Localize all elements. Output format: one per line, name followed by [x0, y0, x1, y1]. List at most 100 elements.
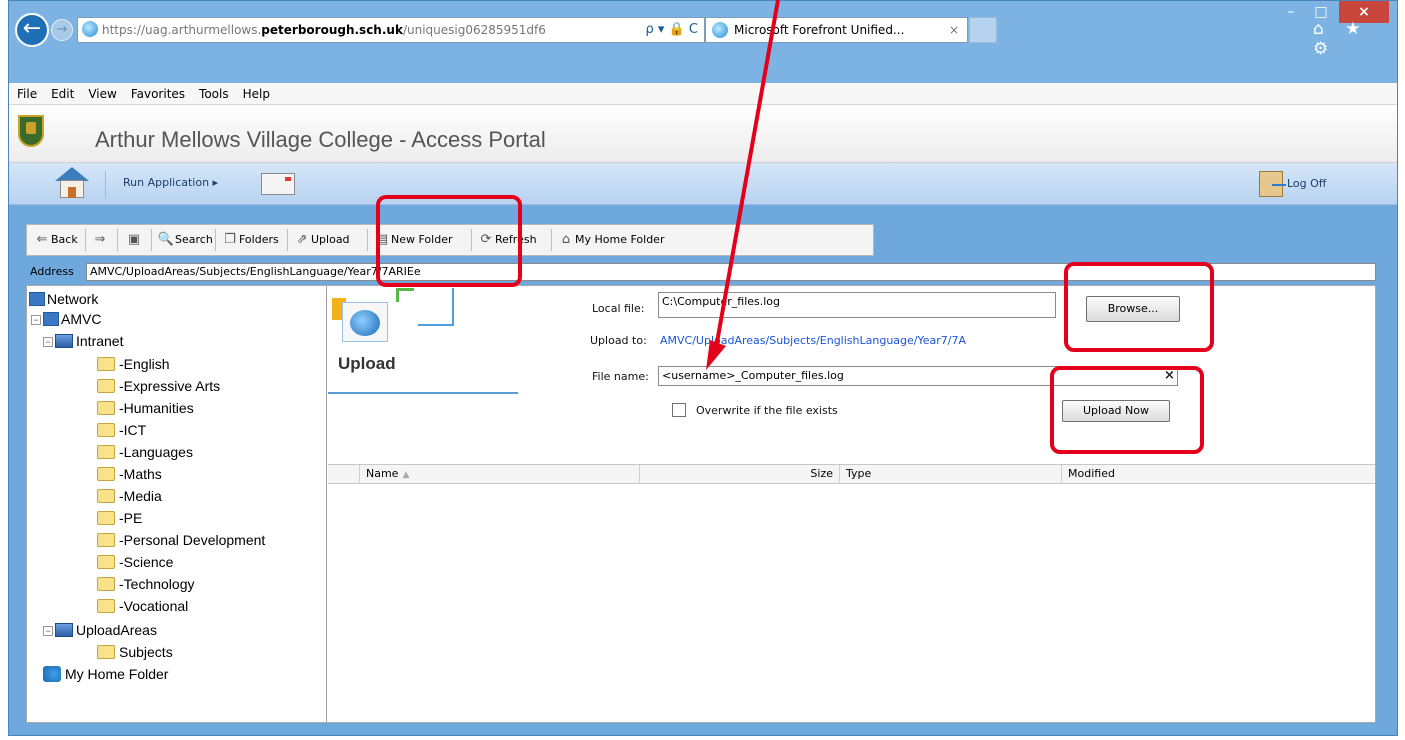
sort-icon: ▲ — [402, 470, 410, 480]
toolbar-separator — [215, 229, 216, 251]
upload-heading: Upload — [338, 354, 396, 373]
folders-button[interactable]: ❐ Folders — [221, 225, 279, 255]
column-name[interactable]: Name ▲ — [360, 465, 640, 483]
portal-title: Arthur Mellows Village College - Access … — [95, 127, 546, 152]
tree-folder[interactable]: -ICT — [97, 419, 146, 441]
local-file-input[interactable]: C:\Computer_files.log — [658, 292, 1056, 318]
tree-folder[interactable]: -Personal Development — [97, 529, 265, 551]
menu-favorites[interactable]: Favorites — [131, 87, 185, 101]
folder-icon — [97, 599, 115, 613]
tree-folder[interactable]: -Humanities — [97, 397, 194, 419]
tree-folder[interactable]: -English — [97, 353, 170, 375]
tree-folder[interactable]: -Expressive Arts — [97, 375, 220, 397]
server-icon — [55, 334, 73, 348]
tree-node-upload-areas[interactable]: − UploadAreas — [43, 619, 157, 641]
back-arrow-icon[interactable]: ← — [15, 13, 49, 47]
up-folder-button[interactable]: ▣ — [125, 225, 143, 255]
folder-icon — [97, 577, 115, 591]
upload-button[interactable]: ⇗ Upload — [293, 225, 350, 255]
menu-bar: File Edit View Favorites Tools Help — [9, 83, 1397, 105]
address-label: Address — [30, 265, 74, 278]
tab-ie-icon — [712, 22, 728, 38]
new-tab-button[interactable] — [969, 17, 997, 43]
folder-tree: Network − AMVC − Intranet -English -Expres… — [27, 286, 327, 722]
tree-folder[interactable]: -PE — [97, 507, 142, 529]
url-host: peterborough.sch.uk — [261, 23, 403, 37]
tree-node-intranet[interactable]: − Intranet — [43, 330, 123, 352]
tree-node-my-home-folder[interactable]: My Home Folder — [43, 663, 168, 685]
annotation-upload-now-highlight — [1050, 366, 1204, 454]
folder-icon — [97, 645, 115, 659]
tree-folder[interactable]: -Media — [97, 485, 162, 507]
upload-panel: Upload Local file: C:\Computer_files.log… — [328, 286, 1375, 464]
url-path: /uniquesig06285951df6 — [402, 23, 546, 37]
network-icon — [43, 312, 59, 326]
column-size[interactable]: Size — [640, 465, 840, 483]
folder-icon — [97, 533, 115, 547]
appbar-separator — [105, 171, 106, 197]
menu-file[interactable]: File — [17, 87, 37, 101]
folder-icon — [97, 357, 115, 371]
application-bar: Run Application ▸ Log Off — [9, 163, 1397, 205]
minimize-button[interactable]: – — [1277, 1, 1305, 23]
menu-help[interactable]: Help — [243, 87, 270, 101]
run-application-menu[interactable]: Run Application ▸ — [123, 176, 218, 189]
tree-node-network[interactable]: Network — [29, 288, 98, 310]
folder-icon — [97, 423, 115, 437]
collapse-icon[interactable]: − — [43, 337, 53, 347]
my-home-folder-button[interactable]: ⌂ My Home Folder — [557, 225, 665, 255]
address-bar[interactable]: https://uag.arthurmellows.peterborough.s… — [77, 17, 705, 43]
tree-folder[interactable]: -Vocational — [97, 595, 188, 617]
menu-tools[interactable]: Tools — [199, 87, 229, 101]
tab-close-icon[interactable]: × — [949, 18, 959, 42]
collapse-icon[interactable]: − — [43, 626, 53, 636]
folder-icon — [97, 511, 115, 525]
forward-arrow-icon[interactable]: → — [51, 19, 73, 41]
tree-folder-subjects[interactable]: Subjects — [97, 641, 173, 663]
browser-titlebar: ← → https://uag.arthurmellows.peterborou… — [9, 1, 1397, 83]
forward-button[interactable]: ⇒ — [91, 225, 109, 255]
ie-icon — [82, 21, 98, 37]
home-favorites-settings-icons[interactable]: ⌂ ★ ⚙ — [1313, 19, 1397, 59]
file-name-label: File name: — [592, 370, 649, 383]
server-icon — [55, 623, 73, 637]
menu-view[interactable]: View — [88, 87, 116, 101]
folders-icon: ❐ — [224, 232, 236, 247]
browser-tab[interactable]: Microsoft Forefront Unified... × — [705, 17, 968, 43]
forward-icon: ⇒ — [94, 232, 106, 247]
upload-to-path: AMVC/UploadAreas/Subjects/EnglishLanguag… — [660, 334, 967, 347]
upload-to-label: Upload to: — [590, 334, 647, 347]
overwrite-checkbox[interactable] — [672, 403, 686, 417]
tree-folder[interactable]: -Science — [97, 551, 173, 573]
collapse-icon[interactable]: − — [31, 315, 41, 325]
file-list-header: Name ▲ Size Type Modified — [328, 464, 1375, 484]
network-icon — [29, 292, 45, 306]
toolbar-separator — [551, 229, 552, 251]
log-off-icon[interactable] — [1259, 171, 1286, 197]
menu-edit[interactable]: Edit — [51, 87, 74, 101]
upload-heading-underline — [328, 392, 518, 394]
tree-folder[interactable]: -Languages — [97, 441, 193, 463]
search-icon: 🔍 — [157, 232, 175, 247]
column-modified[interactable]: Modified — [1062, 465, 1375, 483]
tree-folder[interactable]: -Maths — [97, 463, 162, 485]
url-subdomain: uag.arthurmellows. — [145, 23, 262, 37]
folder-icon — [97, 467, 115, 481]
tree-folder[interactable]: -Technology — [97, 573, 195, 595]
log-off-link[interactable]: Log Off — [1287, 177, 1326, 190]
search-button[interactable]: 🔍Search — [157, 225, 213, 255]
tree-node-amvc[interactable]: − AMVC — [31, 308, 101, 330]
address-bar-controls[interactable]: ρ ▾ 🔒 C — [646, 18, 698, 42]
up-folder-icon: ▣ — [127, 232, 141, 247]
portal-home-icon[interactable] — [53, 167, 91, 199]
tab-title: Microsoft Forefront Unified... — [734, 23, 905, 37]
column-icon — [328, 465, 360, 483]
local-file-label: Local file: — [592, 302, 645, 315]
back-icon: ⇐ — [36, 232, 48, 247]
column-type[interactable]: Type — [840, 465, 1062, 483]
mail-icon[interactable] — [261, 173, 295, 195]
upload-graphic-icon — [332, 288, 454, 342]
folder-icon — [97, 401, 115, 415]
back-button[interactable]: ⇐ Back — [33, 225, 78, 255]
toolbar-separator — [85, 229, 86, 251]
